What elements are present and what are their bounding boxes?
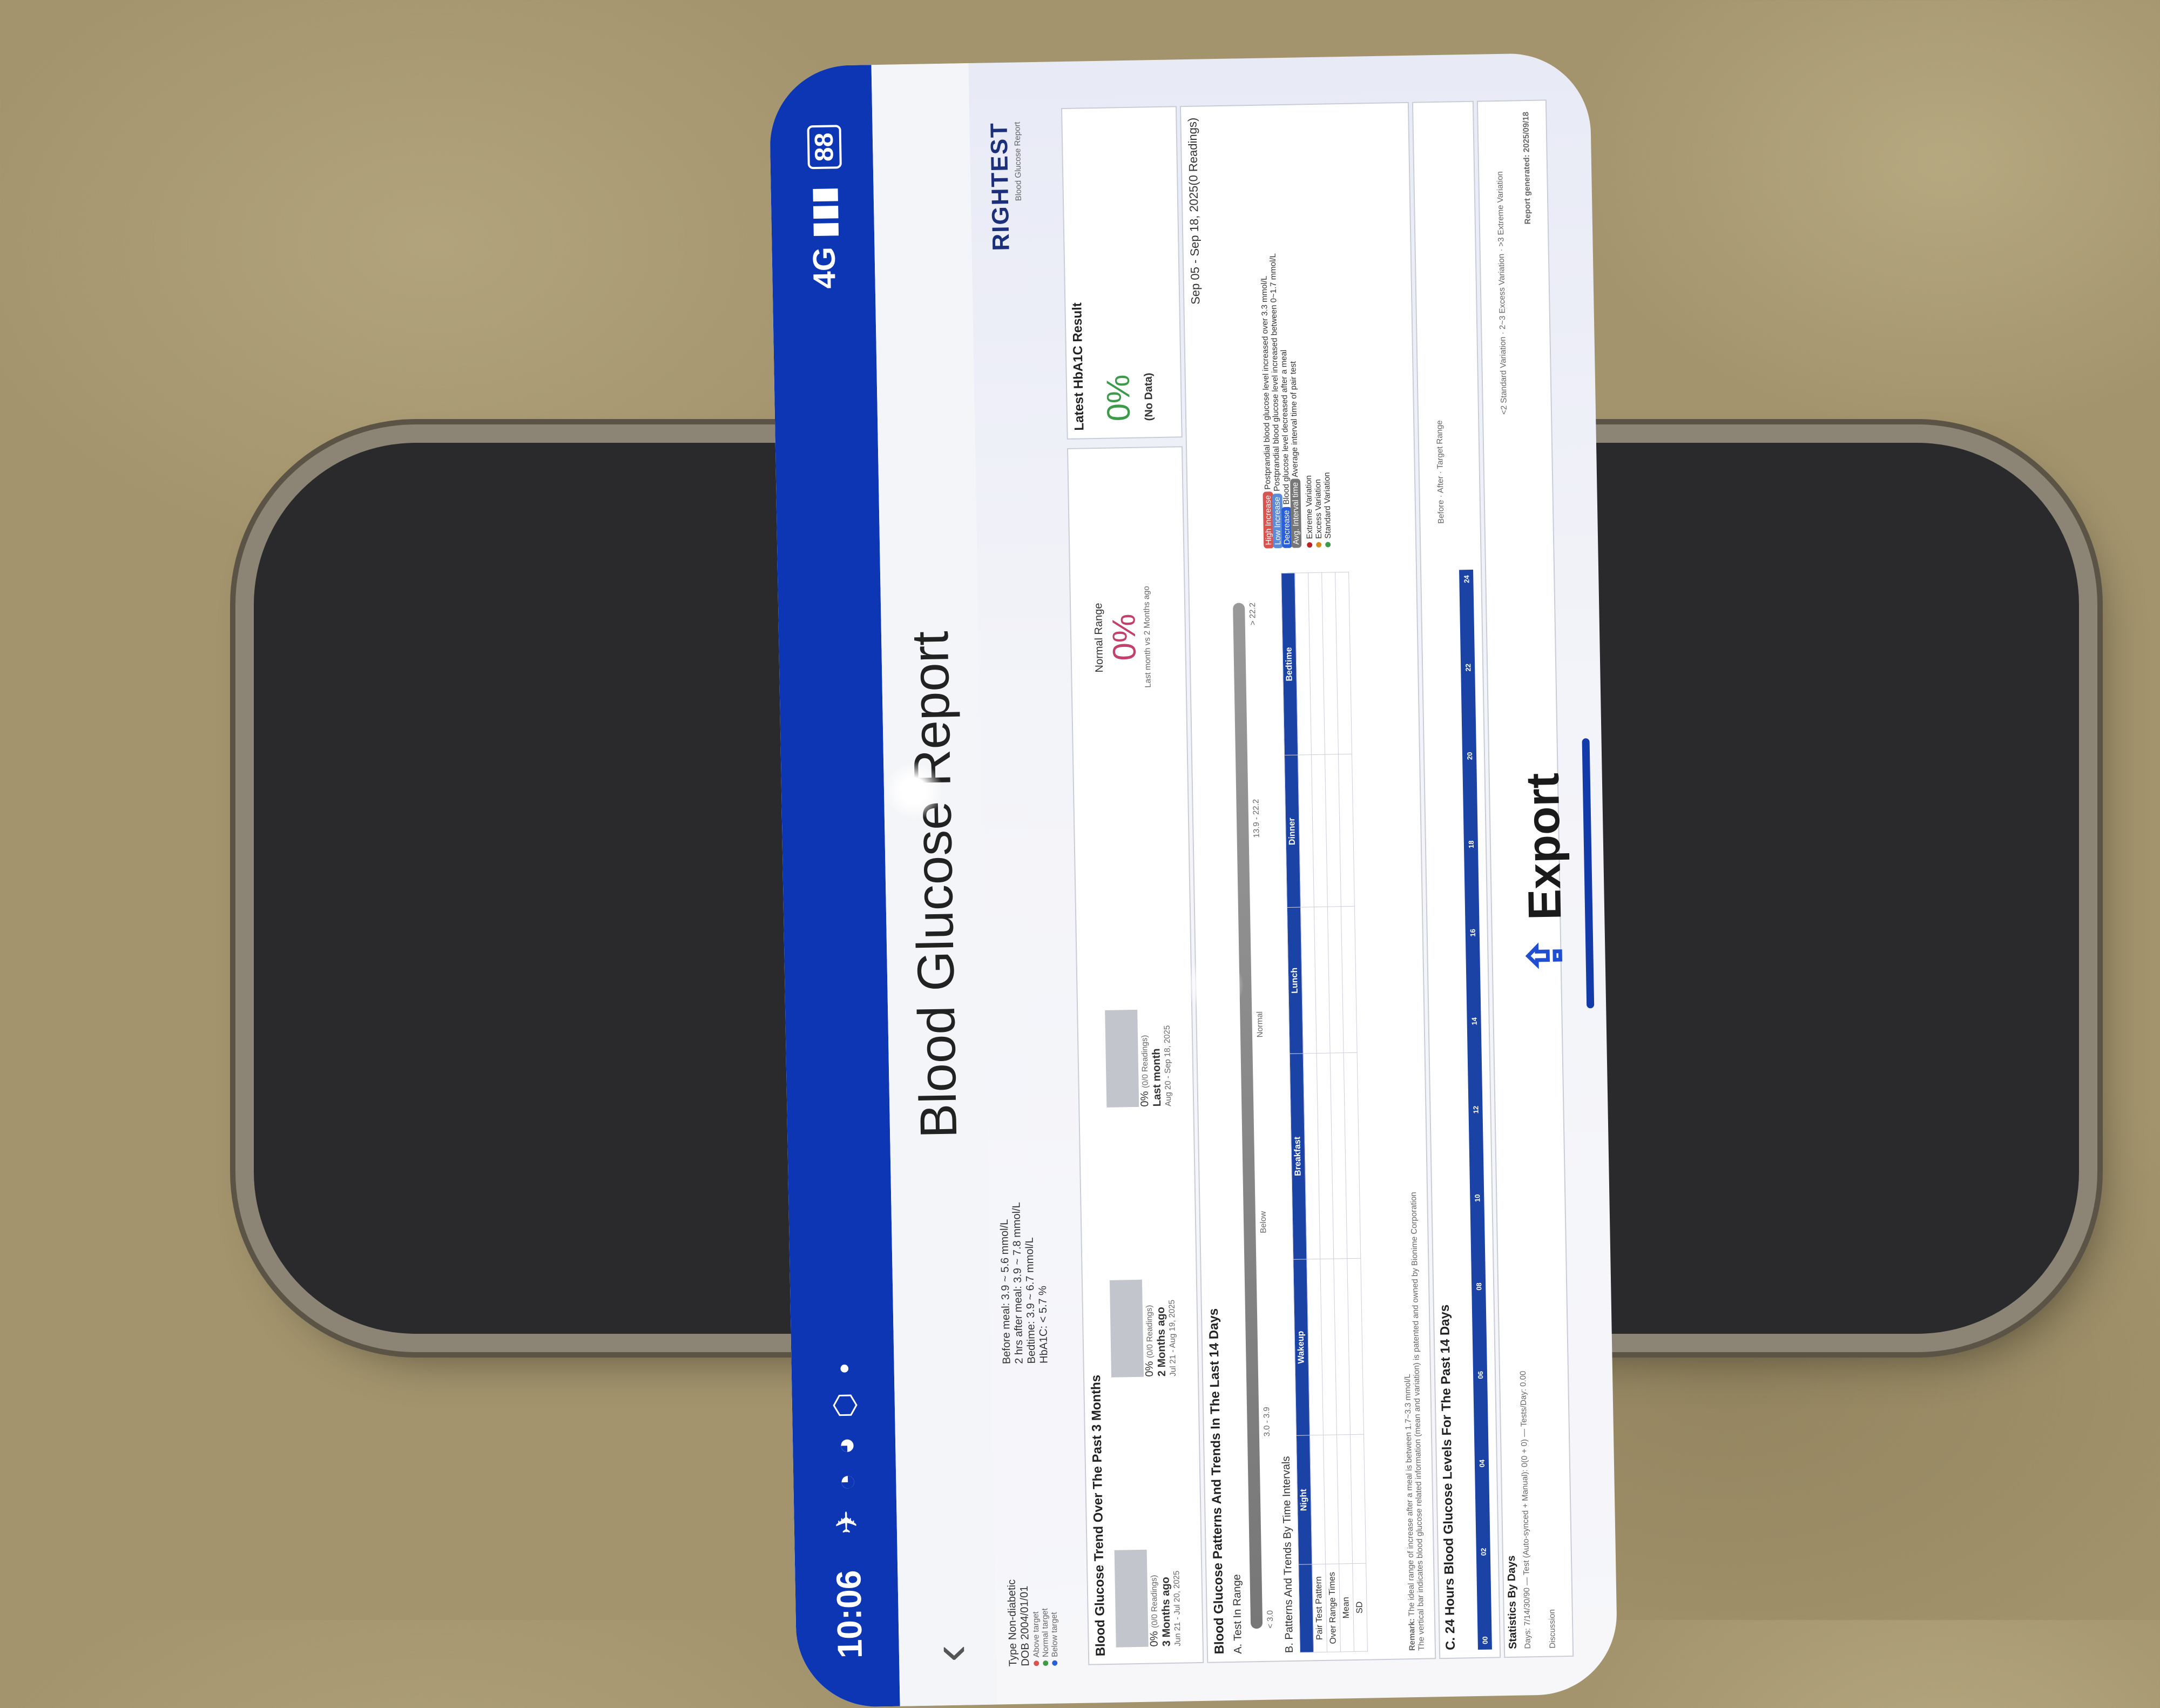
- patient-info: Type Non-diabetic DOB 2004/01/01 Above t…: [1005, 1578, 1060, 1667]
- tag-label: Avg. Interval time: [1290, 478, 1302, 548]
- battery-level: 88: [809, 132, 839, 162]
- hour-tick: 24: [1462, 575, 1470, 583]
- target-ranges: Before meal: 3.9 ~ 5.6 mmol/L 2 hrs afte…: [998, 1201, 1050, 1364]
- hba1c-value: 0%: [1099, 374, 1137, 422]
- variation-legend: Excess Variation: [1313, 479, 1324, 539]
- variability-item: 2~3 Excess Variation: [1496, 253, 1508, 330]
- hba1c-panel: Latest HbA1C Result 0% (No Data): [1061, 106, 1183, 440]
- extreme-dot-icon: [1307, 542, 1313, 548]
- remarks: Remark: The ideal range of increase afte…: [1400, 1192, 1426, 1651]
- test-in-range-label: A. Test In Range: [1231, 1574, 1245, 1654]
- type-value: Non-diabetic: [1005, 1579, 1019, 1641]
- patterns-table: Night Wakeup Breakfast Lunch Dinner Bedt…: [1281, 572, 1368, 1653]
- trend-bar-item: 0% (0/0 Readings) Last month Aug 20 - Se…: [1102, 863, 1173, 1108]
- hour-tick: 02: [1479, 1548, 1488, 1556]
- signal-icon: ▮▮▮: [805, 186, 842, 239]
- legend-normal: Normal target: [1040, 1608, 1051, 1658]
- range-label: Normal: [1255, 1011, 1265, 1038]
- share-icon: ⇪: [1519, 935, 1572, 976]
- variation-legend: Extreme Variation: [1304, 475, 1315, 539]
- trend-bar: [1109, 1279, 1144, 1378]
- row-label: Mean: [1339, 1563, 1354, 1652]
- target-line: HbA1C: < 5.7 %: [1037, 1285, 1050, 1364]
- trend-panel: Blood Glucose Trend Over The Past 3 Mont…: [1067, 446, 1204, 1665]
- trend-bar-item: 0% (0/0 Readings) 2 Months ago Jul 21 - …: [1107, 1133, 1178, 1378]
- normal-range-block: Normal Range 0% Last month vs 2 Months a…: [1090, 475, 1155, 800]
- trend-pct: 0%: [1143, 1361, 1156, 1377]
- dob-label: DOB: [1019, 1643, 1032, 1666]
- trend-readings: (0/0 Readings): [1144, 1305, 1155, 1359]
- variability-item: <2 Standard Variation: [1498, 336, 1509, 415]
- trend-readings: (0/0 Readings): [1149, 1575, 1160, 1629]
- stats-title: Statistics By Days: [1505, 1555, 1519, 1650]
- normal-range-pct: 0%: [1105, 613, 1143, 661]
- brand: RIGHTEST Blood Glucose Report: [986, 121, 1024, 251]
- export-label: Export: [1516, 772, 1571, 921]
- below-dot-icon: [1052, 1660, 1058, 1666]
- row-label: SD: [1352, 1563, 1368, 1652]
- normal-dot-icon: [1043, 1660, 1049, 1666]
- brand-logo: RIGHTEST: [986, 121, 1015, 251]
- patterns-panel: Blood Glucose Patterns And Trends In The…: [1179, 102, 1436, 1663]
- type-label: Type: [1007, 1643, 1020, 1667]
- trend-readings: (0/0 Readings): [1139, 1035, 1150, 1089]
- hour-tick: 16: [1468, 929, 1477, 937]
- tags-legend: High Increase Postprandial blood glucose…: [1257, 116, 1333, 549]
- above-dot-icon: [1034, 1660, 1040, 1666]
- hour-tick: 22: [1463, 663, 1472, 672]
- hba1c-note: (No Data): [1142, 373, 1156, 421]
- legend-before: Before: [1436, 499, 1446, 524]
- trend-bar: [1105, 1009, 1139, 1108]
- notification-icons: ✈ ◔ ◕ ⬡ •: [828, 1358, 864, 1535]
- status-right: 4G ▮▮▮ 88: [803, 125, 843, 289]
- page-title: Blood Glucose Report: [901, 630, 968, 1139]
- dob-value: 2004/01/01: [1018, 1585, 1031, 1640]
- hours24-title: C. 24 Hours Blood Glucose Levels For The…: [1437, 1304, 1458, 1651]
- trend-bar: [1114, 1549, 1149, 1648]
- tag-text: Average interval time of pair test: [1288, 361, 1300, 477]
- hour-tick: 18: [1467, 840, 1475, 849]
- hour-tick: 10: [1473, 1194, 1481, 1203]
- remark-label: Remark:: [1407, 1618, 1417, 1651]
- hba1c-title: Latest HbA1C Result: [1070, 302, 1087, 431]
- hour-axis: 00 02 04 06 08 10 12 14 16 18 20 22 24: [1459, 569, 1492, 1650]
- trend-pct: 0%: [1148, 1631, 1160, 1647]
- report-document: Type Non-diabetic DOB 2004/01/01 Above t…: [975, 91, 1574, 1666]
- home-indicator[interactable]: [1582, 738, 1595, 1009]
- range-label: 3.0 - 3.9: [1262, 1407, 1272, 1437]
- network-label: 4G: [806, 246, 842, 289]
- phone-screen: 10:06 ✈ ◔ ◕ ⬡ • 4G ▮▮▮ 88 ‹ Blood Glucos…: [768, 52, 1618, 1708]
- row-label: Over Range Times: [1325, 1563, 1341, 1652]
- trend-title: Blood Glucose Trend Over The Past 3 Mont…: [1088, 1374, 1109, 1657]
- variation-legend: Standard Variation: [1322, 472, 1333, 539]
- legend-after: After: [1436, 476, 1446, 494]
- battery-icon: 88: [807, 125, 842, 170]
- patterns-title: Blood Glucose Patterns And Trends In The…: [1206, 1308, 1227, 1655]
- legend-below: Below target: [1049, 1612, 1060, 1657]
- trend-bars: 0% (0/0 Readings) 3 Months ago Jun 21 - …: [1102, 836, 1197, 1648]
- hour-tick: 00: [1481, 1636, 1489, 1644]
- standard-dot-icon: [1325, 542, 1331, 548]
- hours24-legend: Before · After · Target Range: [1435, 420, 1446, 524]
- legend-target: Target Range: [1435, 420, 1445, 469]
- patterns-date-range: Sep 05 - Sep 18, 2025(0 Readings): [1185, 117, 1203, 305]
- legend-above: Above target: [1031, 1611, 1042, 1658]
- hour-tick: 14: [1470, 1017, 1479, 1025]
- hour-tick: 04: [1477, 1459, 1486, 1468]
- range-label: > 22.2: [1248, 602, 1258, 626]
- status-time: 10:06: [829, 1570, 870, 1659]
- variability-item: >3 Extreme Variation: [1495, 171, 1506, 247]
- trend-bar-item: 0% (0/0 Readings) 3 Months ago Jun 21 - …: [1112, 1403, 1183, 1648]
- section-b-label: B. Patterns And Trends By Time Intervals: [1280, 1456, 1296, 1653]
- excess-dot-icon: [1316, 542, 1322, 548]
- hour-tick: 06: [1476, 1371, 1484, 1379]
- range-label: 13.9 - 22.2: [1251, 799, 1261, 838]
- hour-tick: 12: [1471, 1105, 1480, 1114]
- range-label: < 3.0: [1265, 1610, 1275, 1629]
- trend-pct: 0%: [1138, 1091, 1151, 1107]
- row-label: Pair Test Pattern: [1312, 1564, 1327, 1652]
- hour-tick: 20: [1465, 752, 1474, 760]
- hour-tick: 08: [1474, 1282, 1483, 1291]
- range-label: Below: [1258, 1211, 1268, 1233]
